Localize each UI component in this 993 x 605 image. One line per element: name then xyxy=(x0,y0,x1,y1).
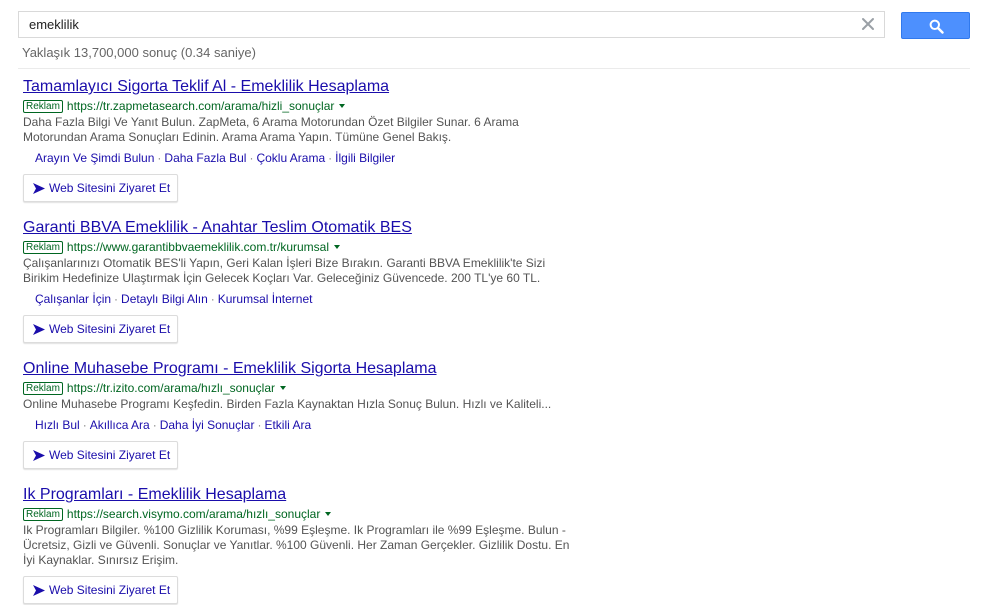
ad-description-line: Online Muhasebe Programı Keşfedin. Birde… xyxy=(23,397,552,411)
ad-url-row: Reklam https://tr.izito.com/arama/hızlı_s… xyxy=(23,380,643,395)
ad-title-link[interactable]: Online Muhasebe Programı - Emeklilik Sig… xyxy=(23,359,643,379)
sitelink[interactable]: Akıllıca Ara xyxy=(90,418,150,432)
sitelink-separator: · xyxy=(82,418,87,432)
sitelink-separator: · xyxy=(328,151,333,165)
arrow-right-icon xyxy=(33,318,45,344)
ad-result: Online Muhasebe Programı - Emeklilik Sig… xyxy=(23,359,643,469)
close-icon[interactable] xyxy=(858,14,878,34)
ad-badge: Reklam xyxy=(23,241,63,254)
ad-badge: Reklam xyxy=(23,508,63,521)
visit-website-button[interactable]: Web Sitesini Ziyaret Et xyxy=(23,441,179,470)
ad-url[interactable]: https://search.visymo.com/arama/hızlı_so… xyxy=(67,507,320,521)
ad-sitelinks: Hızlı Bul · Akıllıca Ara · Daha İyi Sonuçlar… xyxy=(35,418,643,433)
ad-url-row: Reklam https://search.visymo.com/arama/hı… xyxy=(23,506,643,521)
dropdown-arrow-icon[interactable] xyxy=(280,386,286,390)
visit-website-label: Web Sitesini Ziyaret Et xyxy=(49,181,171,195)
ad-result: Ik Programları - Emeklilik Hesaplama Rekl… xyxy=(23,485,643,604)
ad-url-row: Reklam https://tr.zapmetasearch.com/arama… xyxy=(23,98,643,113)
arrow-right-icon xyxy=(33,177,45,203)
sitelink-separator: · xyxy=(249,151,254,165)
ad-url[interactable]: https://tr.izito.com/arama/hızlı_sonuçla… xyxy=(67,381,275,395)
sitelink[interactable]: Etkili Ara xyxy=(264,418,311,432)
sitelink-separator: · xyxy=(157,151,162,165)
visit-website-label: Web Sitesini Ziyaret Et xyxy=(49,583,171,597)
ad-description-line: Ik Programları Bilgiler. %100 Gizlilik K… xyxy=(23,523,566,537)
search-button[interactable] xyxy=(901,12,970,39)
sitelink[interactable]: Kurumsal İnternet xyxy=(218,292,313,306)
ad-url[interactable]: https://www.garantibbvaemeklilik.com.tr/… xyxy=(67,240,329,254)
ad-sitelinks: Çalışanlar İçin · Detaylı Bilgi Alın · Kurum… xyxy=(35,292,643,307)
ad-url-row: Reklam https://www.garantibbvaemeklilik.c… xyxy=(23,239,643,254)
sitelink-separator: · xyxy=(152,418,157,432)
ad-description: Online Muhasebe Programı Keşfedin. Birde… xyxy=(23,397,623,412)
ad-title-link[interactable]: Ik Programları - Emeklilik Hesaplama xyxy=(23,485,643,505)
ad-description: Ik Programları Bilgiler. %100 Gizlilik K… xyxy=(23,523,623,568)
visit-website-label: Web Sitesini Ziyaret Et xyxy=(49,448,171,462)
sitelink-separator: · xyxy=(210,292,215,306)
ad-badge: Reklam xyxy=(23,100,63,113)
sitelink[interactable]: Çoklu Arama xyxy=(256,151,325,165)
sitelink[interactable]: Çalışanlar İçin xyxy=(35,292,111,306)
sitelink[interactable]: Daha Fazla Bul xyxy=(164,151,246,165)
ad-sitelinks: Arayın Ve Şimdi Bulun · Daha Fazla Bul · Çok… xyxy=(35,151,643,166)
ad-description-line: Ücretsiz, Gizli ve Güvenli. Sonuçlar ve … xyxy=(23,538,570,552)
result-stats: Yaklaşık 13,700,000 sonuç (0.34 saniye) xyxy=(22,45,256,60)
sitelink-separator: · xyxy=(257,418,262,432)
ad-url[interactable]: https://tr.zapmetasearch.com/arama/hizli… xyxy=(67,99,334,113)
search-input[interactable] xyxy=(29,12,849,37)
sitelink[interactable]: Hızlı Bul xyxy=(35,418,80,432)
sitelink[interactable]: Daha İyi Sonuçlar xyxy=(160,418,255,432)
ad-description-line: Daha Fazla Bilgi Ve Yanıt Bulun. ZapMeta… xyxy=(23,115,519,129)
ad-result: Tamamlayıcı Sigorta Teklif Al - Emeklili… xyxy=(23,77,643,202)
ad-title-link[interactable]: Garanti BBVA Emeklilik - Anahtar Teslim … xyxy=(23,218,643,238)
ad-description-line: İyi Kaynaklar. Sınırsız Erişim. xyxy=(23,553,179,567)
ad-badge: Reklam xyxy=(23,382,63,395)
visit-website-button[interactable]: Web Sitesini Ziyaret Et xyxy=(23,576,179,605)
visit-website-label: Web Sitesini Ziyaret Et xyxy=(49,322,171,336)
sitelink[interactable]: Detaylı Bilgi Alın xyxy=(121,292,208,306)
divider xyxy=(18,68,970,69)
sitelink-separator: · xyxy=(114,292,119,306)
visit-website-button[interactable]: Web Sitesini Ziyaret Et xyxy=(23,315,179,344)
ad-description-line: Çalışanlarınızı Otomatik BES'li Yapın, G… xyxy=(23,256,546,270)
visit-website-button[interactable]: Web Sitesini Ziyaret Et xyxy=(23,174,179,203)
ad-description: Daha Fazla Bilgi Ve Yanıt Bulun. ZapMeta… xyxy=(23,115,623,145)
search-bar xyxy=(18,11,885,38)
search-icon xyxy=(929,19,944,34)
dropdown-arrow-icon[interactable] xyxy=(334,245,340,249)
ad-description-line: Motorundan Arama Sonuçları Edinin. Arama… xyxy=(23,130,452,144)
arrow-right-icon xyxy=(33,579,45,605)
sitelink[interactable]: İlgili Bilgiler xyxy=(335,151,395,165)
dropdown-arrow-icon[interactable] xyxy=(325,512,332,516)
ad-description-line: Birikim Hedefinize Ulaştırmak İçin Gelec… xyxy=(23,271,541,285)
ad-title-link[interactable]: Tamamlayıcı Sigorta Teklif Al - Emeklili… xyxy=(23,77,643,97)
sitelink[interactable]: Arayın Ve Şimdi Bulun xyxy=(35,151,154,165)
arrow-right-icon xyxy=(33,444,45,470)
ad-result: Garanti BBVA Emeklilik - Anahtar Teslim … xyxy=(23,218,643,343)
dropdown-arrow-icon[interactable] xyxy=(339,104,346,108)
ad-description: Çalışanlarınızı Otomatik BES'li Yapın, G… xyxy=(23,256,623,286)
